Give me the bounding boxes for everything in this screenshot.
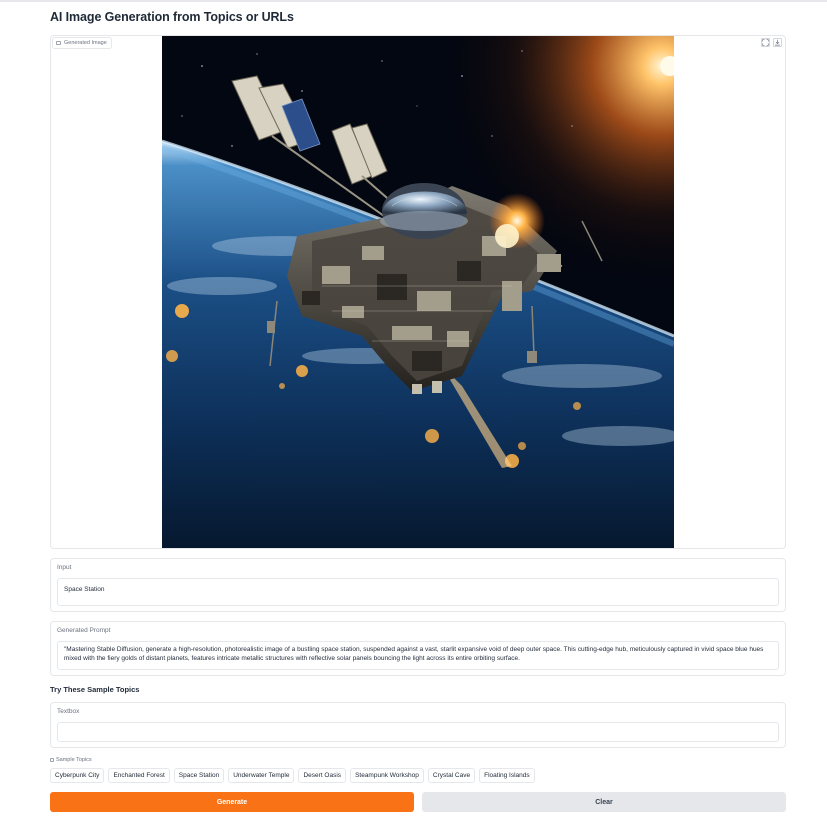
image-toolbar [761,38,782,47]
sample-topic-chip[interactable]: Steampunk Workshop [350,768,424,783]
top-divider [0,0,827,2]
clear-button[interactable]: Clear [422,792,786,812]
page-title: AI Image Generation from Topics or URLs [50,10,294,24]
sample-topic-chip[interactable]: Desert Oasis [298,768,347,783]
input-field[interactable]: Space Station [57,578,779,606]
generated-prompt-label: Generated Prompt [57,627,111,634]
fullscreen-icon[interactable] [761,38,770,47]
sample-topic-chip[interactable]: Floating Islands [479,768,535,783]
dataset-icon [50,758,54,762]
image-label: Generated Image [52,37,112,49]
image-icon [56,41,61,45]
sample-topics-heading: Try These Sample Topics [50,685,140,694]
image-label-text: Generated Image [64,40,107,46]
sample-topic-chip[interactable]: Enchanted Forest [108,768,170,783]
textbox-block: Textbox [50,702,786,748]
generated-prompt-field[interactable]: "Mastering Stable Diffusion, generate a … [57,641,779,670]
generated-prompt-block: Generated Prompt "Mastering Stable Diffu… [50,621,786,676]
sample-topics-label-text: Sample Topics [56,757,92,763]
sample-topic-chip[interactable]: Space Station [173,768,225,783]
generated-image-panel: Generated Image [50,35,786,549]
sample-topics-list: Cyberpunk City Enchanted Forest Space St… [50,768,535,783]
generate-button[interactable]: Generate [50,792,414,812]
sample-topic-chip[interactable]: Crystal Cave [427,768,476,783]
generated-image [162,36,674,548]
sample-topics-label: Sample Topics [50,757,92,763]
input-label: Input [57,564,72,571]
input-block: Input Space Station [50,558,786,612]
textbox-input[interactable] [57,722,779,742]
sample-topic-chip[interactable]: Cyberpunk City [50,768,105,783]
download-icon[interactable] [773,38,782,47]
textbox-label: Textbox [57,708,80,715]
sample-topic-chip[interactable]: Underwater Temple [228,768,295,783]
